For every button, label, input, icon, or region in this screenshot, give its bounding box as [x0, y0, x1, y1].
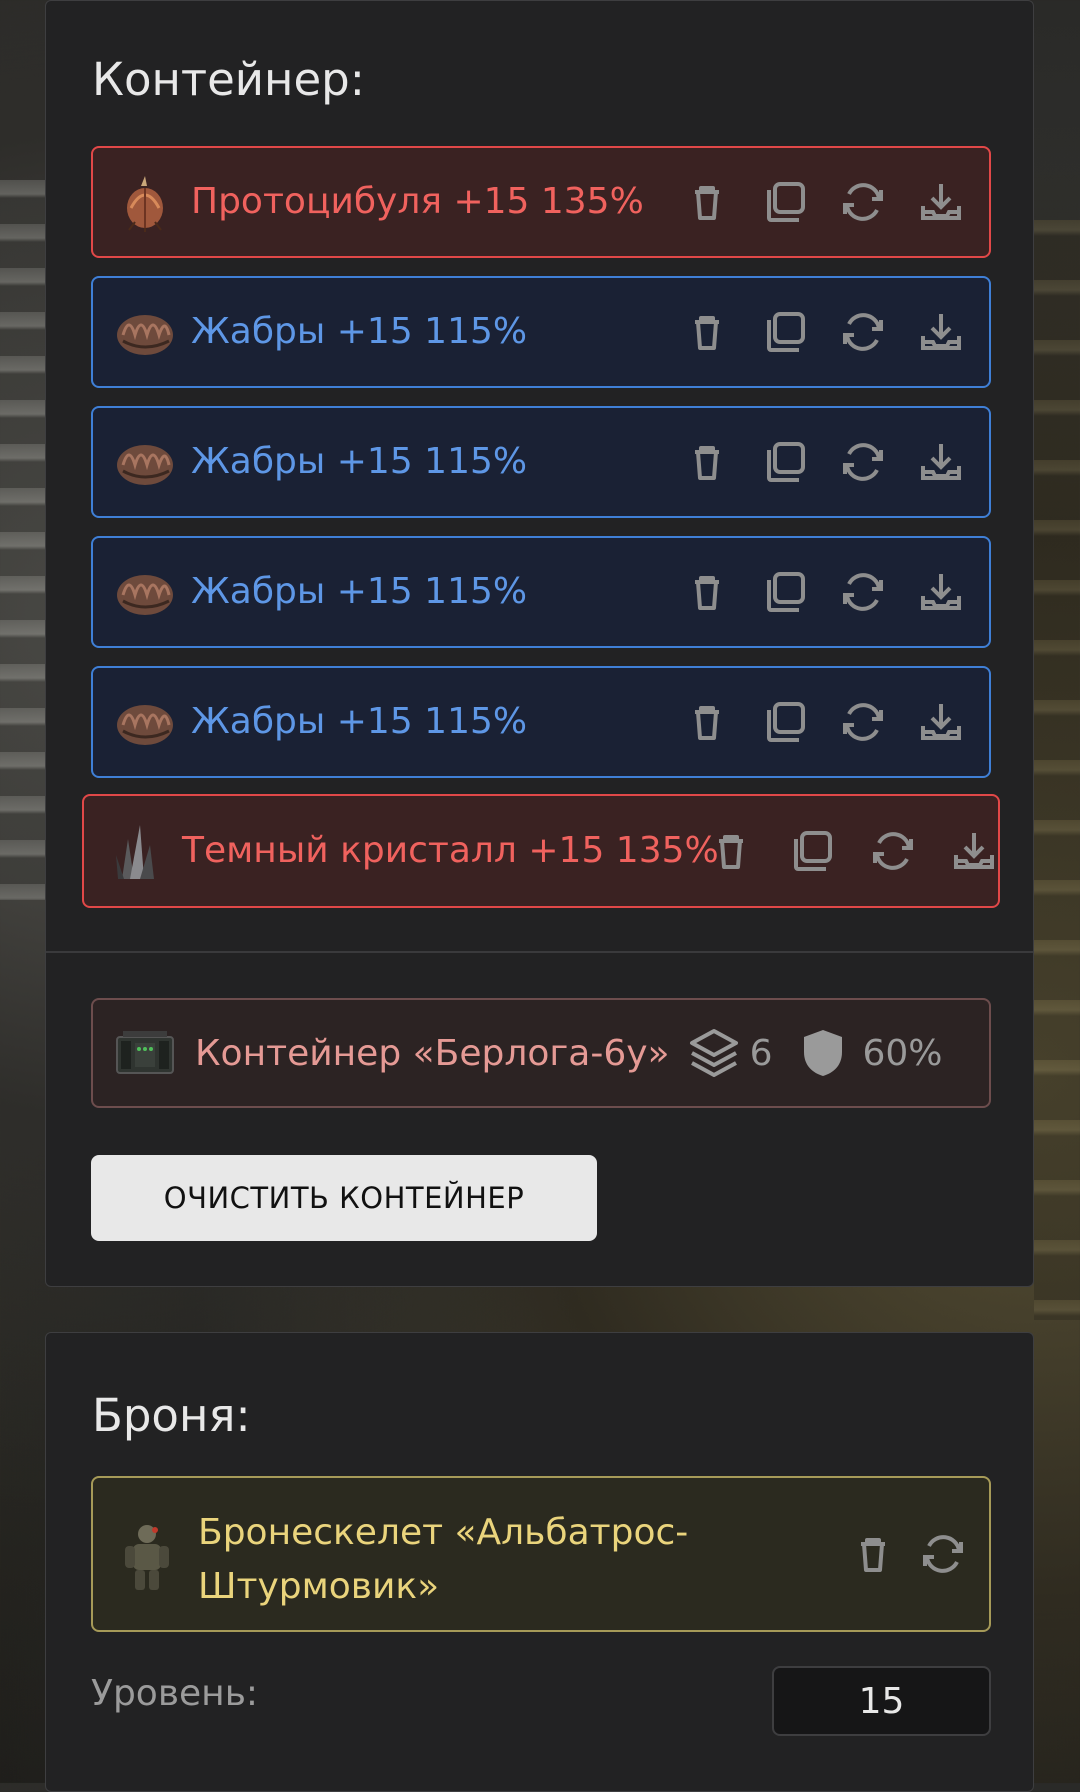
download-icon[interactable]	[917, 438, 965, 486]
refresh-icon[interactable]	[839, 308, 887, 356]
selected-container[interactable]: Контейнер «Берлога-6у» 6 60%	[91, 998, 991, 1108]
armor-suit-icon	[121, 1522, 173, 1592]
onion-artifact-icon	[115, 172, 175, 232]
item-actions	[707, 796, 998, 906]
dark-crystal-icon	[106, 821, 166, 881]
layers-icon	[688, 1027, 740, 1079]
level-input[interactable]	[772, 1666, 991, 1736]
refresh-icon[interactable]	[839, 178, 887, 226]
armor-name: Бронескелет «Альбатрос-Штурмовик»	[198, 1512, 689, 1607]
container-item[interactable]: Жабры +15 115%	[91, 666, 991, 778]
copy-icon[interactable]	[761, 568, 809, 616]
refresh-icon[interactable]	[839, 438, 887, 486]
item-actions	[683, 148, 965, 256]
shield-icon	[802, 1028, 844, 1078]
item-actions	[683, 278, 965, 386]
refresh-icon[interactable]	[919, 1530, 967, 1578]
container-item[interactable]: Темный кристалл +15 135%	[82, 794, 1000, 908]
item-name: Жабры +15 115%	[191, 311, 528, 352]
copy-icon[interactable]	[761, 438, 809, 486]
gills-artifact-icon	[115, 692, 175, 752]
copy-icon[interactable]	[761, 698, 809, 746]
download-icon[interactable]	[950, 827, 998, 875]
download-icon[interactable]	[917, 308, 965, 356]
refresh-icon[interactable]	[839, 698, 887, 746]
download-icon[interactable]	[917, 568, 965, 616]
container-panel: Контейнер: Протоцибуля +15 135% Жабры +1…	[45, 0, 1034, 1287]
level-label: Уровень:	[91, 1673, 259, 1714]
background-decor	[1034, 220, 1080, 1320]
gills-artifact-icon	[115, 302, 175, 362]
container-item[interactable]: Жабры +15 115%	[91, 276, 991, 388]
item-name: Жабры +15 115%	[191, 441, 528, 482]
container-item[interactable]: Протоцибуля +15 135%	[91, 146, 991, 258]
copy-icon[interactable]	[788, 827, 836, 875]
trash-icon[interactable]	[683, 178, 731, 226]
armor-item[interactable]: Бронескелет «Альбатрос-Штурмовик»	[91, 1476, 991, 1632]
copy-icon[interactable]	[761, 178, 809, 226]
armor-panel: Броня: Бронескелет «Альбатрос-Штурмовик»…	[45, 1332, 1034, 1792]
container-box-icon	[115, 1023, 175, 1083]
download-icon[interactable]	[917, 178, 965, 226]
refresh-icon[interactable]	[839, 568, 887, 616]
clear-container-button[interactable]: ОЧИСТИТЬ КОНТЕЙНЕР	[91, 1155, 597, 1241]
container-protection: 60%	[862, 1032, 943, 1074]
download-icon[interactable]	[917, 698, 965, 746]
container-name: Контейнер «Берлога-6у»	[195, 1032, 670, 1074]
item-name: Жабры +15 115%	[191, 571, 528, 612]
trash-icon[interactable]	[683, 698, 731, 746]
trash-icon[interactable]	[707, 827, 755, 875]
trash-icon[interactable]	[683, 438, 731, 486]
item-actions	[683, 538, 965, 646]
container-slots: 6	[749, 1032, 773, 1074]
refresh-icon[interactable]	[869, 827, 917, 875]
trash-icon[interactable]	[849, 1530, 897, 1578]
item-name: Жабры +15 115%	[191, 701, 528, 742]
copy-icon[interactable]	[761, 308, 809, 356]
trash-icon[interactable]	[683, 308, 731, 356]
armor-actions	[849, 1478, 967, 1630]
section-title: Контейнер:	[92, 53, 365, 106]
trash-icon[interactable]	[683, 568, 731, 616]
container-item[interactable]: Жабры +15 115%	[91, 536, 991, 648]
background-decor	[0, 180, 48, 900]
item-name: Темный кристалл +15 135%	[182, 830, 719, 871]
container-item[interactable]: Жабры +15 115%	[91, 406, 991, 518]
divider	[46, 951, 1033, 953]
item-name: Протоцибуля +15 135%	[191, 181, 644, 222]
item-actions	[683, 668, 965, 776]
gills-artifact-icon	[115, 562, 175, 622]
gills-artifact-icon	[115, 432, 175, 492]
item-actions	[683, 408, 965, 516]
section-title: Броня:	[92, 1389, 251, 1442]
